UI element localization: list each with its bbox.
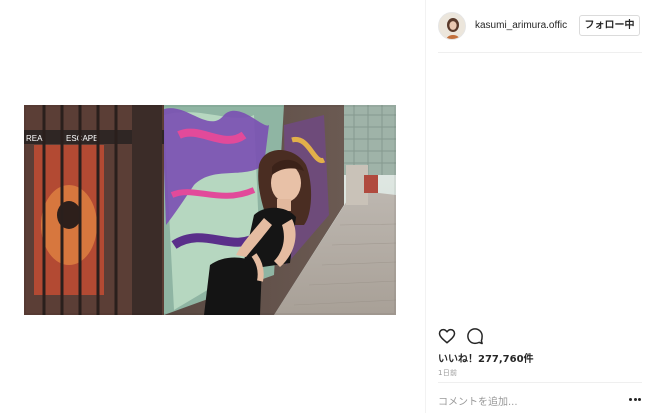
post-media-pane: REA ESCAPE [0,0,425,413]
avatar[interactable] [438,12,466,40]
following-button[interactable]: フォロー中 [579,15,640,36]
avatar-image [439,13,465,39]
post-photo-image: REA ESCAPE [24,105,396,315]
heart-outline-icon[interactable] [438,327,456,345]
speech-bubble-icon[interactable] [466,327,484,345]
action-bar [438,327,638,347]
ellipsis-icon[interactable] [629,398,641,402]
like-count[interactable]: いいね！277,760件 [438,350,534,365]
post-header: kasumi_arimura.offic フォロー中 [438,10,642,44]
comment-input[interactable]: コメントを追加... [438,393,608,408]
post-photo[interactable]: REA ESCAPE [24,105,396,315]
username-link[interactable]: kasumi_arimura.offic [475,20,567,31]
post-timestamp: 1日前 [438,369,458,377]
post-sidebar: kasumi_arimura.offic フォロー中 いいね！277,760件 … [425,0,645,413]
svg-text:REA: REA [26,134,43,143]
header-divider [438,52,642,53]
svg-text:ESCAPE: ESCAPE [66,134,98,143]
comment-divider [438,382,642,383]
